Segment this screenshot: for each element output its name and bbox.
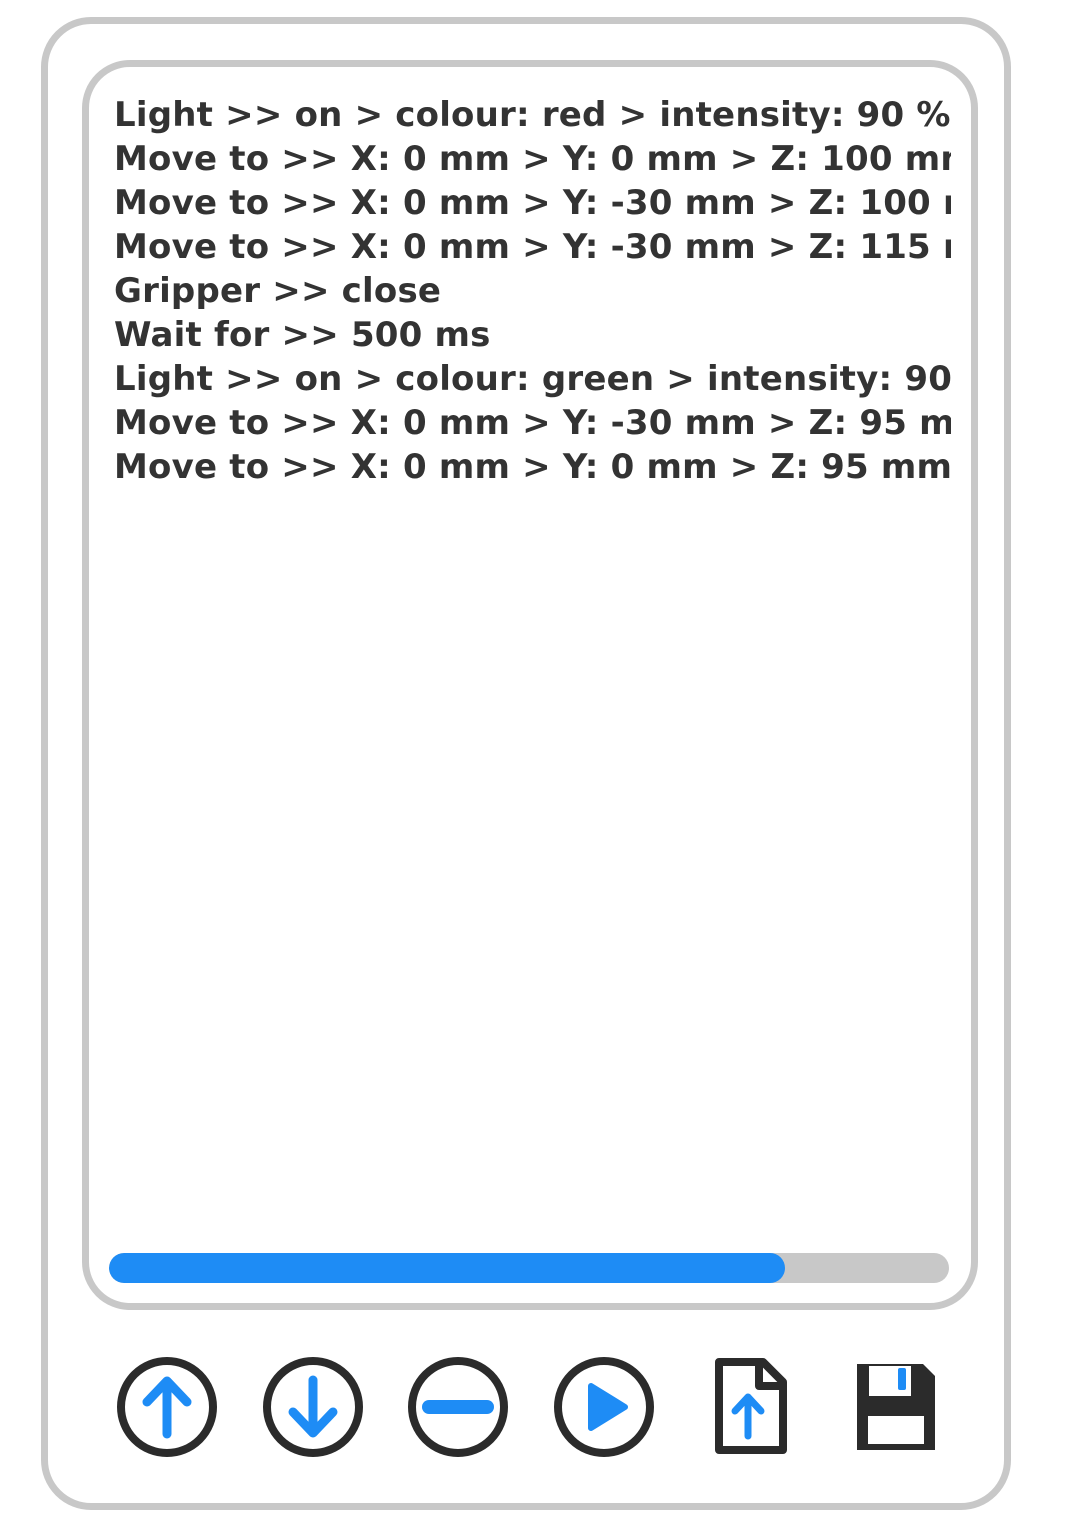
move-up-button[interactable] [112, 1352, 222, 1462]
move-down-button[interactable] [258, 1352, 368, 1462]
program-panel: Light >> on > colour: red > intensity: 9… [82, 60, 978, 1310]
file-upload-icon [715, 1358, 787, 1454]
command-line[interactable]: Move to >> X: 0 mm > Y: 0 mm > Z: 95 mm … [114, 445, 951, 489]
command-line[interactable]: Move to >> X: 0 mm > Y: 0 mm > Z: 100 mm… [114, 137, 951, 181]
upload-file-button[interactable] [693, 1352, 803, 1462]
play-circle-icon [554, 1357, 654, 1457]
progress-bar-fill [109, 1253, 786, 1283]
save-button[interactable] [839, 1352, 949, 1462]
command-line[interactable]: Light >> on > colour: green > intensity:… [114, 357, 951, 401]
command-line[interactable]: Gripper >> close [114, 269, 951, 313]
command-line[interactable]: Light >> on > colour: red > intensity: 9… [114, 93, 951, 137]
command-line[interactable]: Move to >> X: 0 mm > Y: -30 mm > Z: 115 … [114, 225, 951, 269]
command-list: Light >> on > colour: red > intensity: 9… [114, 93, 951, 489]
floppy-disk-save-icon [857, 1364, 935, 1450]
minus-circle-icon [408, 1357, 508, 1457]
command-line[interactable]: Move to >> X: 0 mm > Y: -30 mm > Z: 95 m… [114, 401, 951, 445]
command-line[interactable]: Wait for >> 500 ms [114, 313, 951, 357]
play-button[interactable] [549, 1352, 659, 1462]
progress-bar [109, 1253, 949, 1283]
command-line[interactable]: Move to >> X: 0 mm > Y: -30 mm > Z: 100 … [114, 181, 951, 225]
arrow-down-circle-icon [263, 1357, 363, 1457]
remove-button[interactable] [403, 1352, 513, 1462]
arrow-up-circle-icon [117, 1357, 217, 1457]
